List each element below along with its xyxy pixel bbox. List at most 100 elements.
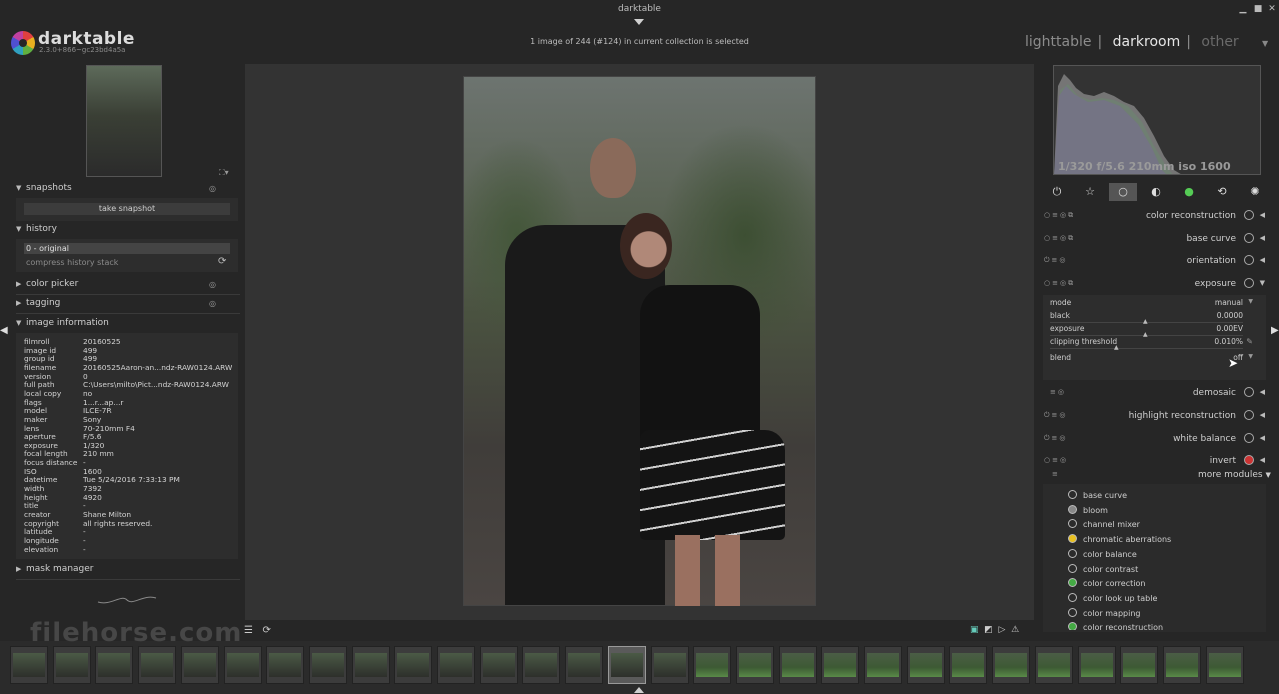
module-demosaic[interactable]: ≡◎ demosaic ◀ [1040,384,1268,404]
bottom-panel-toggle-icon[interactable] [634,687,644,693]
more-module-item[interactable]: color look up table [1068,592,1157,607]
gamut-check-icon[interactable]: ⚠ [1011,625,1019,635]
histogram[interactable] [1053,65,1261,175]
module-white-balance[interactable]: ⏻≡◎ white balance ◀ [1040,430,1268,450]
expand-arrow-icon[interactable]: ◀ [1260,256,1265,264]
module-controls-icon[interactable]: ○≡◎⧉ [1044,234,1075,243]
color-assessment-icon[interactable]: ▣ [970,625,979,635]
view-lighttable[interactable]: lighttable [1025,34,1092,50]
module-controls-icon[interactable]: ○≡◎⧉ [1044,279,1075,288]
chevron-down-icon[interactable]: ▼ [1248,353,1253,360]
filmstrip-thumbnail[interactable] [864,646,902,684]
expand-arrow-icon[interactable]: ◀ [1260,434,1265,442]
minimize-icon[interactable]: ▁ [1236,3,1250,15]
history-header[interactable]: ▼ history [16,224,240,238]
menu-icon[interactable]: ☰ [244,625,253,636]
filmstrip-thumbnail[interactable] [1077,646,1116,684]
filmstrip-thumbnail[interactable] [180,646,219,684]
filmstrip-thumbnail[interactable] [949,646,988,684]
color-picker-icon[interactable]: ✎ [1246,337,1253,346]
module-controls-icon[interactable]: ○≡◎ [1044,456,1068,464]
filmstrip-thumbnail[interactable] [223,646,262,684]
expand-arrow-icon[interactable]: ◀ [1260,411,1265,419]
styles-icon[interactable]: ⟳ [263,625,271,636]
softproof-icon[interactable]: ▷ [999,625,1006,635]
left-panel-collapse-icon[interactable]: ◀ [0,325,8,336]
filmstrip-thumbnail[interactable] [95,646,134,684]
navigation-thumbnail[interactable] [86,65,162,177]
module-orientation[interactable]: ⏻≡◎ orientation ◀ [1040,252,1268,272]
module-invert[interactable]: ○≡◎ invert ◀ [1040,452,1268,472]
exposure-slider[interactable]: exposure 0.00EV [1050,324,1255,335]
expand-arrow-icon[interactable]: ◀ [1260,388,1265,396]
expand-arrow-icon[interactable]: ◀ [1260,456,1265,464]
filmstrip-thumbnail[interactable] [906,646,945,684]
filmstrip-thumbnail[interactable] [992,646,1031,684]
snapshots-header[interactable]: ▼ snapshots ◎ [16,183,240,197]
filmstrip-thumbnail[interactable] [351,646,390,684]
close-icon[interactable]: ✕ [1265,3,1279,15]
black-level-slider[interactable]: black 0.0000 [1050,311,1255,322]
effects-group-icon[interactable]: ✺ [1241,183,1269,201]
module-controls-icon[interactable]: ⏻≡◎ [1044,411,1068,420]
clipping-threshold-slider[interactable]: clipping threshold 0.010% ✎ [1050,337,1255,348]
expand-arrow-icon[interactable]: ◀ [1260,211,1265,219]
filmstrip-thumbnail[interactable] [308,646,347,684]
tagging-header[interactable]: ▶ tagging ◎ [16,298,240,312]
filmstrip-thumbnail[interactable] [693,646,732,684]
filmstrip-thumbnail[interactable] [1120,646,1159,684]
filmstrip-thumbnail[interactable] [52,646,91,684]
more-module-item[interactable]: color correction [1068,578,1145,592]
filmstrip-thumbnail[interactable] [522,646,561,684]
history-style-icon[interactable]: ⟳ [218,256,226,267]
correct-group-icon[interactable]: ⟲ [1208,183,1236,201]
filmstrip-thumbnail[interactable] [1205,646,1244,684]
more-modules-menu-icon[interactable]: ≡ [1052,470,1058,478]
raw-overexposed-icon[interactable]: ◩ [984,625,993,635]
filmstrip-thumbnail[interactable] [735,646,774,684]
mask-manager-header[interactable]: ▶ mask manager [16,564,240,578]
filmstrip-thumbnail[interactable] [138,646,177,684]
blend-row[interactable]: blend off ▼ [1050,353,1255,364]
zoom-icon[interactable]: ⛶▾ [219,168,229,178]
more-modules-header[interactable]: more modules ▼ [1198,470,1271,480]
right-panel-collapse-icon[interactable]: ▶ [1271,325,1279,336]
more-module-item[interactable]: bloom [1068,504,1108,519]
more-module-item[interactable]: color contrast [1068,563,1138,578]
more-module-item[interactable]: channel mixer [1068,519,1140,533]
reset-icon[interactable]: ◎ [209,184,216,193]
module-controls-icon[interactable]: ≡◎ [1050,388,1066,396]
compress-history-button[interactable]: compress history stack [26,258,118,267]
filmstrip-thumbnail[interactable] [266,646,305,684]
expand-arrow-icon[interactable]: ◀ [1260,234,1265,242]
module-controls-icon[interactable]: ⏻≡◎ [1044,434,1068,443]
top-panel-toggle-icon[interactable] [634,19,644,25]
module-exposure[interactable]: ○≡◎⧉ exposure ▼ [1040,275,1268,295]
filmstrip-thumbnail[interactable] [1162,646,1201,684]
favorites-icon[interactable]: ☆ [1076,183,1104,201]
filmstrip-thumbnail[interactable] [778,646,817,684]
more-module-item[interactable]: color reconstruction [1068,622,1163,631]
filmstrip-thumbnail[interactable] [479,646,518,684]
reset-icon[interactable]: ◎ [209,299,216,308]
filmstrip-thumbnail[interactable] [1034,646,1073,684]
more-module-item[interactable]: color mapping [1068,607,1140,622]
chevron-down-icon[interactable]: ▼ [1248,298,1253,305]
filmstrip-thumbnail[interactable] [821,646,860,684]
collapse-arrow-icon[interactable]: ▼ [1260,279,1265,287]
module-base-curve[interactable]: ○≡◎⧉ base curve ◀ [1040,230,1268,250]
filmstrip-thumbnail[interactable] [565,646,604,684]
view-other[interactable]: other [1201,34,1238,50]
active-modules-icon[interactable]: ⏻ [1043,183,1071,201]
reset-icon[interactable]: ◎ [209,280,216,289]
module-highlight-reconstruction[interactable]: ⏻≡◎ highlight reconstruction ◀ [1040,407,1268,427]
filmstrip-thumbnail[interactable] [650,646,689,684]
filmstrip-thumbnail[interactable] [394,646,433,684]
filmstrip-thumbnail[interactable] [437,646,475,684]
tone-group-icon[interactable]: ◐ [1142,183,1170,201]
slider-track[interactable] [1050,348,1243,349]
filmstrip-thumbnail[interactable] [10,646,48,684]
exposure-mode-value[interactable]: manual [1215,298,1243,307]
view-darkroom[interactable]: darkroom [1113,34,1181,50]
basic-group-icon[interactable]: ○ [1109,183,1137,201]
